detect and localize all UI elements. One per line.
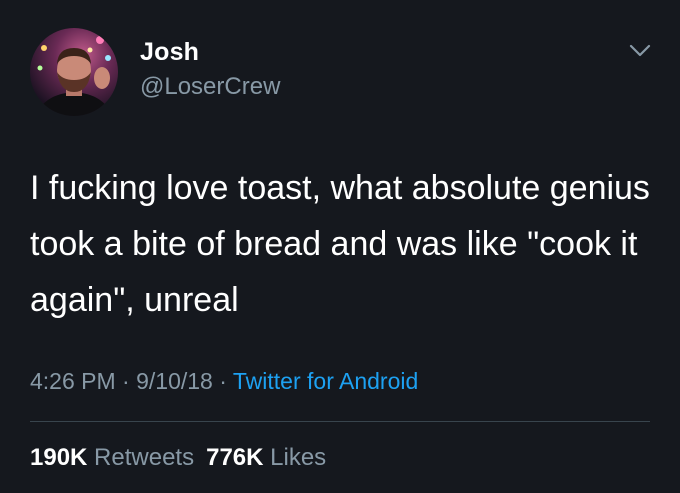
chevron-down-icon[interactable]: [627, 40, 653, 60]
tweet-card: Josh @LoserCrew I fucking love toast, wh…: [0, 0, 680, 493]
meta-separator: ·: [219, 368, 227, 394]
retweets-label: Retweets: [94, 444, 195, 471]
avatar[interactable]: [30, 28, 118, 116]
user-handle[interactable]: @LoserCrew: [140, 73, 280, 101]
meta-separator: ·: [122, 368, 130, 394]
tweet-text: I fucking love toast, what absolute geni…: [30, 169, 650, 319]
likes-label: Likes: [270, 444, 327, 471]
tweet-source-link[interactable]: Twitter for Android: [233, 368, 418, 394]
tweet-time[interactable]: 4:26 PM: [30, 368, 116, 394]
retweets-count: 190K: [30, 444, 88, 471]
likes-count: 776K: [206, 444, 264, 471]
profile-photo: [30, 28, 118, 116]
display-name[interactable]: Josh: [140, 38, 199, 67]
likes-stat[interactable]: 776K Likes: [206, 444, 326, 471]
divider: [30, 421, 650, 422]
tweet-date[interactable]: 9/10/18: [136, 368, 213, 394]
retweets-stat[interactable]: 190K Retweets: [30, 444, 194, 471]
engagement-stats: 190K Retweets 776K Likes: [30, 444, 326, 472]
tweet-metadata: 4:26 PM · 9/10/18 · Twitter for Android: [30, 368, 418, 395]
